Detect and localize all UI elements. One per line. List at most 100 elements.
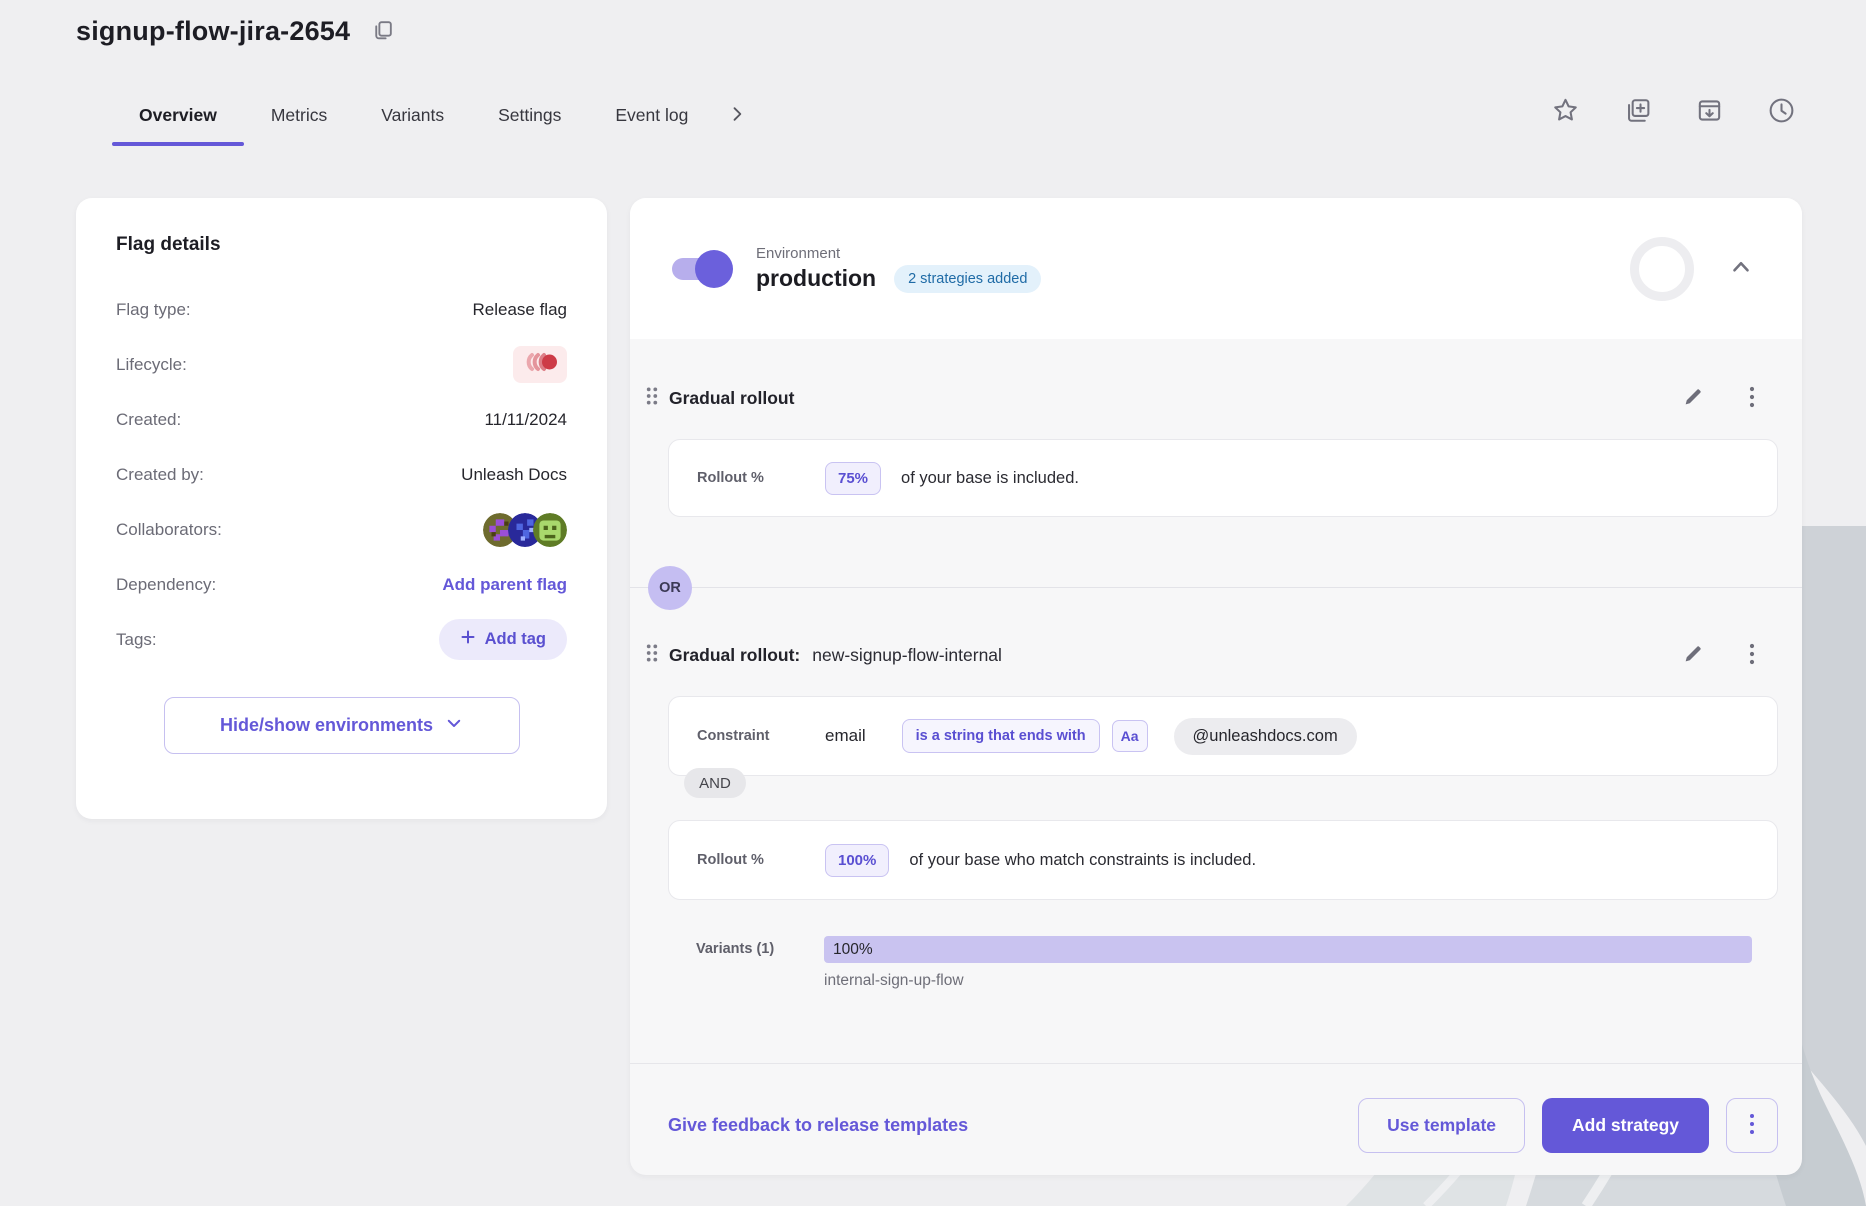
hide-show-environments-label: Hide/show environments bbox=[220, 715, 433, 736]
and-badge: AND bbox=[684, 768, 746, 798]
strategy-1-title: Gradual rollout bbox=[669, 388, 794, 409]
flag-type-row: Flag type: Release flag bbox=[116, 282, 567, 337]
kebab-icon bbox=[1742, 643, 1762, 668]
archive-icon bbox=[1695, 96, 1724, 128]
flag-tabs: Overview Metrics Variants Settings Event… bbox=[112, 86, 747, 144]
page: signup-flow-jira-2654 Overview Metrics V… bbox=[0, 0, 1866, 1206]
rollout-label: Rollout % bbox=[697, 852, 825, 868]
add-tag-button[interactable]: Add tag bbox=[439, 619, 567, 660]
collaborators-label: Collaborators: bbox=[116, 520, 222, 540]
hide-show-environments-button[interactable]: Hide/show environments bbox=[164, 697, 520, 754]
variant-percent: 100% bbox=[833, 941, 873, 959]
add-parent-flag-link[interactable]: Add parent flag bbox=[442, 575, 567, 595]
lifecycle-stage-badge[interactable] bbox=[513, 346, 567, 383]
rollout-percentage-chip: 75% bbox=[825, 462, 881, 495]
strategy-menu-button[interactable] bbox=[1742, 386, 1762, 411]
drag-handle-icon[interactable] bbox=[644, 642, 660, 669]
pencil-icon bbox=[1682, 643, 1704, 668]
chevron-up-icon bbox=[1728, 254, 1754, 283]
variants-label: Variants (1) bbox=[696, 941, 824, 957]
created-row: Created: 11/11/2024 bbox=[116, 392, 567, 447]
tabs-overflow-button[interactable] bbox=[727, 104, 747, 127]
environment-header: Environment production 2 strategies adde… bbox=[630, 198, 1802, 339]
tags-label: Tags: bbox=[116, 630, 157, 650]
constraint-label: Constraint bbox=[697, 728, 825, 744]
plus-icon bbox=[460, 629, 476, 650]
strategy-2-rollout-card: Rollout % 100% of your base who match co… bbox=[668, 820, 1778, 900]
created-by-label: Created by: bbox=[116, 465, 204, 485]
rollout-percentage-chip: 100% bbox=[825, 844, 889, 877]
collapse-environment-button[interactable] bbox=[1728, 254, 1754, 283]
add-tag-label: Add tag bbox=[485, 630, 546, 649]
copy-flag-button[interactable] bbox=[1623, 96, 1652, 128]
variant-name: internal-sign-up-flow bbox=[824, 972, 1752, 990]
strategies-count-badge: 2 strategies added bbox=[894, 265, 1041, 293]
star-icon bbox=[1551, 96, 1580, 128]
strategy-2-name: new-signup-flow-internal bbox=[812, 645, 1002, 666]
environment-label: Environment bbox=[756, 245, 1041, 262]
tab-metrics[interactable]: Metrics bbox=[244, 86, 354, 144]
collaborators-row: Collaborators: bbox=[116, 502, 567, 557]
lifecycle-row: Lifecycle: bbox=[116, 337, 567, 392]
favorite-button[interactable] bbox=[1551, 96, 1580, 128]
tab-settings[interactable]: Settings bbox=[471, 86, 588, 144]
environment-header-right bbox=[1630, 237, 1802, 301]
drag-handle-icon[interactable] bbox=[644, 385, 660, 412]
edit-strategy-button[interactable] bbox=[1682, 643, 1704, 668]
constraint-card: Constraint email is a string that ends w… bbox=[668, 696, 1778, 776]
flag-details-card: Flag details Flag type: Release flag Lif… bbox=[76, 198, 607, 819]
history-button[interactable] bbox=[1767, 96, 1796, 128]
archive-flag-button[interactable] bbox=[1695, 96, 1724, 128]
constraint-operator-chip: is a string that ends with bbox=[902, 719, 1100, 753]
collaborator-avatars bbox=[483, 513, 567, 547]
environment-panel: Environment production 2 strategies adde… bbox=[630, 198, 1802, 1175]
dependency-label: Dependency: bbox=[116, 575, 216, 595]
pencil-icon bbox=[1682, 386, 1704, 411]
variant-distribution-bar: 100% bbox=[824, 936, 1752, 963]
created-label: Created: bbox=[116, 410, 181, 430]
copy-icon bbox=[370, 18, 395, 46]
strategy-2-title: Gradual rollout: bbox=[669, 645, 800, 666]
edit-strategy-button[interactable] bbox=[1682, 386, 1704, 411]
strategy-menu-button[interactable] bbox=[1742, 643, 1762, 668]
lifecycle-label: Lifecycle: bbox=[116, 355, 187, 375]
flag-type-value: Release flag bbox=[472, 300, 567, 320]
page-title: signup-flow-jira-2654 bbox=[76, 16, 350, 47]
environment-toggle[interactable] bbox=[672, 258, 726, 280]
strategy-2-header: Gradual rollout: new-signup-flow-interna… bbox=[644, 640, 1776, 670]
avatar[interactable] bbox=[533, 513, 567, 547]
rollout-description: of your base is included. bbox=[901, 469, 1079, 488]
strategy-separator: OR bbox=[630, 587, 1802, 588]
flag-details-title: Flag details bbox=[116, 234, 567, 256]
chevron-down-icon bbox=[445, 714, 463, 737]
flag-actions bbox=[1551, 96, 1796, 128]
variants-section: Variants (1) 100% internal-sign-up-flow bbox=[696, 936, 1778, 990]
clock-icon bbox=[1767, 96, 1796, 128]
copy-flag-name-button[interactable] bbox=[370, 18, 395, 46]
constraint-value-pill: @unleashdocs.com bbox=[1174, 718, 1357, 755]
strategy-1-header: Gradual rollout bbox=[644, 383, 1776, 413]
strategy-1-rollout-card: Rollout % 75% of your base is included. bbox=[668, 439, 1778, 517]
environment-footer: Give feedback to release templates Use t… bbox=[630, 1063, 1802, 1175]
chevron-right-icon bbox=[727, 104, 747, 127]
kebab-icon bbox=[1742, 386, 1762, 411]
add-strategy-button[interactable]: Add strategy bbox=[1542, 1098, 1709, 1153]
tab-variants[interactable]: Variants bbox=[354, 86, 471, 144]
created-by-value: Unleash Docs bbox=[461, 465, 567, 485]
metrics-ring bbox=[1630, 237, 1694, 301]
rollout-description: of your base who match constraints is in… bbox=[909, 851, 1256, 870]
constraint-field: email bbox=[825, 726, 866, 746]
footer-menu-button[interactable] bbox=[1726, 1098, 1778, 1153]
kebab-icon bbox=[1743, 1113, 1761, 1138]
environment-name: production bbox=[756, 265, 876, 292]
tab-event-log[interactable]: Event log bbox=[588, 86, 715, 144]
environment-title-block: Environment production 2 strategies adde… bbox=[756, 245, 1041, 293]
rollout-label: Rollout % bbox=[697, 470, 825, 486]
duplicate-plus-icon bbox=[1623, 96, 1652, 128]
use-template-button[interactable]: Use template bbox=[1358, 1098, 1525, 1153]
page-header: signup-flow-jira-2654 bbox=[76, 16, 395, 47]
release-templates-feedback-link[interactable]: Give feedback to release templates bbox=[668, 1115, 968, 1136]
tags-row: Tags: Add tag bbox=[116, 612, 567, 667]
tab-overview[interactable]: Overview bbox=[112, 86, 244, 144]
lifecycle-live-icon bbox=[522, 351, 558, 378]
